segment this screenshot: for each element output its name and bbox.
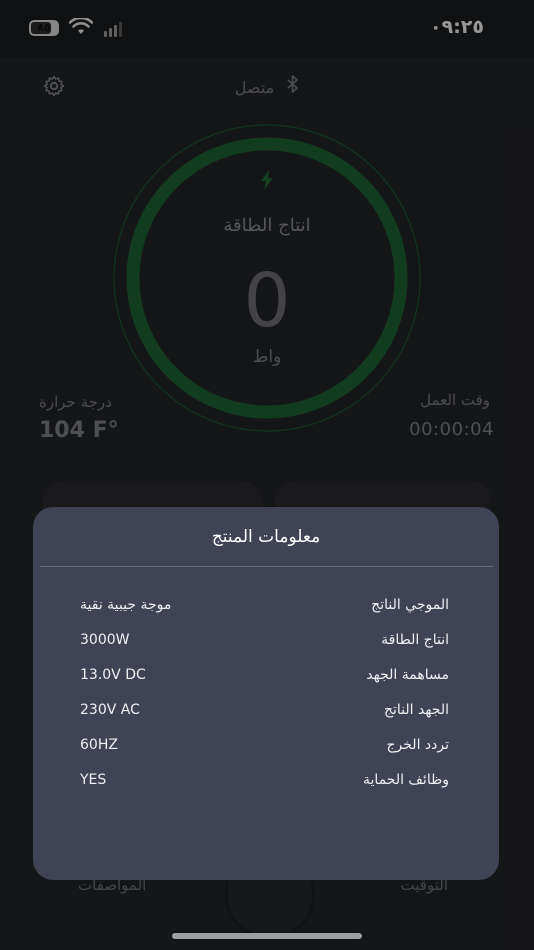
row-label: انتاج الطاقة xyxy=(381,632,449,648)
info-row-protection: وظائف الحماية YES xyxy=(33,762,499,797)
info-row-input-voltage: مساهمة الجهد 13.0V DC xyxy=(33,657,499,692)
row-label: وظائف الحماية xyxy=(363,772,449,788)
row-value: 60HZ xyxy=(80,737,118,753)
row-label: الموجي الناتج xyxy=(371,597,449,613)
row-value: YES xyxy=(80,772,107,788)
info-row-frequency: تردد الخرج 60HZ xyxy=(33,727,499,762)
home-indicator[interactable] xyxy=(172,933,362,939)
row-label: مساهمة الجهد xyxy=(366,667,449,683)
row-label: الجهد الناتج xyxy=(383,702,449,718)
product-info-list: الموجي الناتج موجة جيبية نقية انتاج الطا… xyxy=(33,587,499,797)
product-info-modal: معلومات المنتج الموجي الناتج موجة جيبية … xyxy=(33,507,499,880)
screen: ٨٥ ٠٩:٢٥ متصل انتاج الطاقة 0 واط درجة حر… xyxy=(0,0,534,950)
info-row-waveform: الموجي الناتج موجة جيبية نقية xyxy=(33,587,499,622)
modal-divider xyxy=(40,566,493,567)
row-value: 13.0V DC xyxy=(80,667,146,683)
row-value: 3000W xyxy=(80,632,130,648)
info-row-output-voltage: الجهد الناتج 230V AC xyxy=(33,692,499,727)
info-row-power: انتاج الطاقة 3000W xyxy=(33,622,499,657)
row-value: موجة جيبية نقية xyxy=(80,597,172,613)
row-label: تردد الخرج xyxy=(386,737,450,753)
modal-title: معلومات المنتج xyxy=(211,527,321,547)
row-value: 230V AC xyxy=(80,702,140,718)
